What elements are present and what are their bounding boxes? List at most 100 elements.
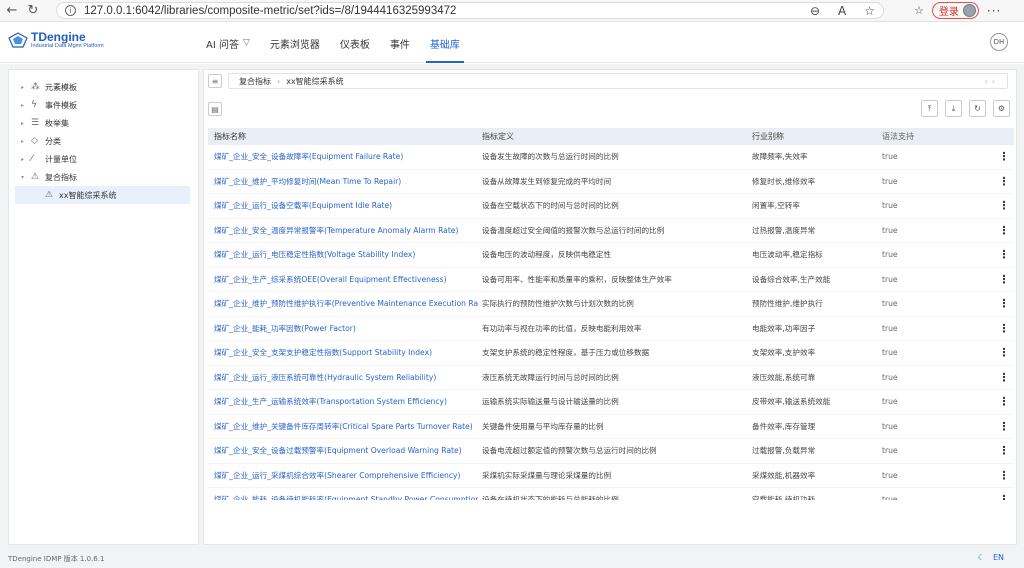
metric-name-link[interactable]: 煤矿_企业_运行_设备空载率(Equipment Idle Rate) [208, 200, 478, 211]
row-menu-icon[interactable]: ⋮ [994, 224, 1014, 237]
tree-item-element-template[interactable]: ▸ ⁂ 元素模板 [9, 78, 198, 96]
favorites-icon[interactable]: ☆ [914, 4, 924, 17]
syntax-support: true [882, 225, 898, 235]
tree-item-event-template[interactable]: ▸ ϟ 事件模板 [9, 96, 198, 114]
collapse-arrow-icon[interactable]: ▾ [21, 174, 31, 181]
row-menu-icon[interactable]: ⋮ [994, 420, 1014, 433]
metric-name-link[interactable]: 煤矿_企业_能耗_功率因数(Power Factor) [208, 323, 478, 334]
read-aloud-icon[interactable]: A [838, 4, 846, 18]
user-avatar[interactable]: DH [990, 33, 1008, 51]
logo[interactable]: TDengine Industrial Data Mgmt Platform [8, 31, 104, 49]
address-bar[interactable]: i 127.0.0.1:6042/libraries/composite-met… [56, 2, 884, 19]
metric-name-link[interactable]: 煤矿_企业_运行_液压系统可靠性(Hydraulic System Reliab… [208, 372, 478, 383]
row-menu-icon[interactable]: ⋮ [994, 371, 1014, 384]
tree-item-unit[interactable]: ▸ ⁄ 计量单位 [9, 150, 198, 168]
expand-arrow-icon[interactable]: ▸ [21, 102, 31, 109]
table-row[interactable]: 煤矿_企业_能耗_设备待机能耗率(Equipment Standby Power… [208, 488, 1014, 500]
download-icon[interactable]: ⤓ [945, 100, 962, 117]
metric-name-link[interactable]: 煤矿_企业_维护_预防性维护执行率(Preventive Maintenance… [208, 298, 478, 309]
syntax-support: true [882, 323, 898, 333]
metric-name-link[interactable]: 煤矿_企业_能耗_设备待机能耗率(Equipment Standby Power… [208, 494, 478, 500]
refresh-icon[interactable]: ↻ [969, 100, 986, 117]
row-menu-icon[interactable]: ⋮ [994, 297, 1014, 310]
row-menu-icon[interactable]: ⋮ [994, 395, 1014, 408]
row-menu-icon[interactable]: ⋮ [994, 150, 1014, 163]
column-header: 语法支持 [882, 132, 914, 141]
metric-alias: 过热报警,温度异常 [752, 225, 816, 235]
nav-dashboard[interactable]: 仪表板 [340, 23, 370, 63]
metric-name-link[interactable]: 煤矿_企业_维护_平均修复时间(Mean Time To Repair) [208, 176, 478, 187]
browser-toolbar: ← ↻ i 127.0.0.1:6042/libraries/composite… [0, 0, 1024, 22]
settings-icon[interactable]: ⚙ [993, 100, 1010, 117]
favorite-star-icon[interactable]: ☆ [864, 4, 875, 18]
tree-item-composite-metric[interactable]: ▾ ⚠ 复合指标 [9, 168, 198, 186]
table-row[interactable]: 煤矿_企业_生产_运输系统效率(Transportation System Ef… [208, 390, 1014, 415]
row-menu-icon[interactable]: ⋮ [994, 199, 1014, 212]
row-menu-icon[interactable]: ⋮ [994, 444, 1014, 457]
table-row[interactable]: 煤矿_企业_安全_设备故障率(Equipment Failure Rate) 设备… [208, 145, 1014, 170]
table-row[interactable]: 煤矿_企业_能耗_功率因数(Power Factor) 有功功率与视在功率的比值，… [208, 317, 1014, 341]
metric-name-link[interactable]: 煤矿_企业_安全_设备过载预警率(Equipment Overload Warn… [208, 445, 478, 456]
back-icon[interactable]: ← [3, 2, 21, 20]
table-row[interactable]: 煤矿_企业_生产_综采系统OEE(Overall Equipment Effec… [208, 268, 1014, 292]
metric-name-link[interactable]: 煤矿_企业_安全_设备故障率(Equipment Failure Rate) [208, 151, 478, 162]
metric-name-link[interactable]: 煤矿_企业_安全_温度异常报警率(Temperature Anomaly Ala… [208, 225, 478, 236]
info-icon[interactable]: i [65, 5, 76, 16]
row-menu-icon[interactable]: ⋮ [994, 469, 1014, 482]
syntax-support: true [882, 470, 898, 480]
table-row[interactable]: 煤矿_企业_维护_关键备件库存周转率(Critical Spare Parts … [208, 415, 1014, 439]
upload-icon[interactable]: ⤒ [921, 100, 938, 117]
table-row[interactable]: 煤矿_企业_安全_温度异常报警率(Temperature Anomaly Ala… [208, 219, 1014, 243]
more-menu-icon[interactable]: ··· [987, 4, 1001, 18]
table-row[interactable]: 煤矿_企业_运行_电压稳定性指数(Voltage Stability Index… [208, 243, 1014, 268]
metric-name-link[interactable]: 煤矿_企业_运行_电压稳定性指数(Voltage Stability Index… [208, 249, 478, 260]
sidebar-toggle-icon[interactable]: ≡ [208, 74, 222, 88]
row-menu-icon[interactable]: ⋮ [994, 322, 1014, 335]
metric-name-link[interactable]: 煤矿_企业_生产_运输系统效率(Transportation System Ef… [208, 396, 478, 407]
tree-item-enum[interactable]: ▸ ☰ 枚举集 [9, 114, 198, 132]
nav-events[interactable]: 事件 [390, 23, 410, 63]
table-row[interactable]: 煤矿_企业_运行_采煤机综合效率(Shearer Comprehensive E… [208, 464, 1014, 488]
row-menu-icon[interactable]: ⋮ [994, 273, 1014, 286]
table-row[interactable]: 煤矿_企业_维护_平均修复时间(Mean Time To Repair) 设备从故… [208, 170, 1014, 194]
language-switch[interactable]: EN [993, 553, 1004, 562]
nav-ai-qa[interactable]: AI 问答 ▽ [206, 23, 250, 63]
metric-name-link[interactable]: 煤矿_企业_生产_综采系统OEE(Overall Equipment Effec… [208, 274, 478, 285]
metric-name-link[interactable]: 煤矿_企业_运行_采煤机综合效率(Shearer Comprehensive E… [208, 470, 478, 481]
theme-toggle-icon[interactable]: ☾ [978, 553, 985, 562]
metric-name-link[interactable]: 煤矿_企业_安全_支架支护稳定性指数(Support Stability Ind… [208, 347, 478, 358]
metric-name-link[interactable]: 煤矿_企业_维护_关键备件库存周转率(Critical Spare Parts … [208, 421, 478, 432]
breadcrumb-item[interactable]: 复合指标 [239, 76, 271, 87]
metric-definition: 设备从故障发生到修复完成的平均时间 [482, 176, 612, 186]
document-icon[interactable]: ▤ [208, 102, 222, 116]
table-row[interactable]: 煤矿_企业_运行_液压系统可靠性(Hydraulic System Reliab… [208, 366, 1014, 390]
tree-item-category[interactable]: ▸ ◇ 分类 [9, 132, 198, 150]
metric-definition: 设备电压的波动程度，反映供电稳定性 [482, 250, 612, 260]
table-row[interactable]: 煤矿_企业_维护_预防性维护执行率(Preventive Maintenance… [208, 292, 1014, 317]
breadcrumb-nav-icons[interactable]: ‹› [985, 77, 999, 86]
expand-arrow-icon[interactable]: ▸ [21, 156, 31, 163]
syntax-support: true [882, 372, 898, 382]
row-menu-icon[interactable]: ⋮ [994, 493, 1014, 500]
table-row[interactable]: 煤矿_企业_运行_设备空载率(Equipment Idle Rate) 设备在空载… [208, 194, 1014, 219]
nav-libraries[interactable]: 基础库 [425, 23, 464, 63]
row-menu-icon[interactable]: ⋮ [994, 248, 1014, 261]
row-menu-icon[interactable]: ⋮ [994, 346, 1014, 359]
metric-alias: 故障频率,失效率 [752, 152, 808, 162]
row-menu-icon[interactable]: ⋮ [994, 175, 1014, 188]
column-header: 指标名称 [214, 132, 246, 141]
composite-icon: ⚠ [31, 172, 40, 182]
logo-subtitle: Industrial Data Mgmt Platform [31, 43, 104, 49]
expand-arrow-icon[interactable]: ▸ [21, 84, 31, 91]
expand-arrow-icon[interactable]: ▸ [21, 120, 31, 127]
login-button[interactable]: 登录 [931, 2, 979, 19]
table-row[interactable]: 煤矿_企业_安全_支架支护稳定性指数(Support Stability Ind… [208, 341, 1014, 366]
refresh-icon[interactable]: ↻ [24, 2, 42, 20]
nav-element-browser[interactable]: 元素浏览器 [270, 23, 320, 63]
workspace: ▸ ⁂ 元素模板 ▸ ϟ 事件模板 ▸ ☰ 枚举集 ▸ ◇ 分类 ▸ ⁄ 计量单位 ▾ ⚠ 复合指标 ⚠… [0, 64, 1024, 550]
zoom-icon[interactable]: ⊖ [810, 4, 820, 18]
event-template-icon: ϟ [31, 100, 37, 110]
table-row[interactable]: 煤矿_企业_安全_设备过载预警率(Equipment Overload Warn… [208, 439, 1014, 464]
tree-item-system[interactable]: ⚠ xx智能综采系统 [15, 186, 190, 204]
expand-arrow-icon[interactable]: ▸ [21, 138, 31, 145]
